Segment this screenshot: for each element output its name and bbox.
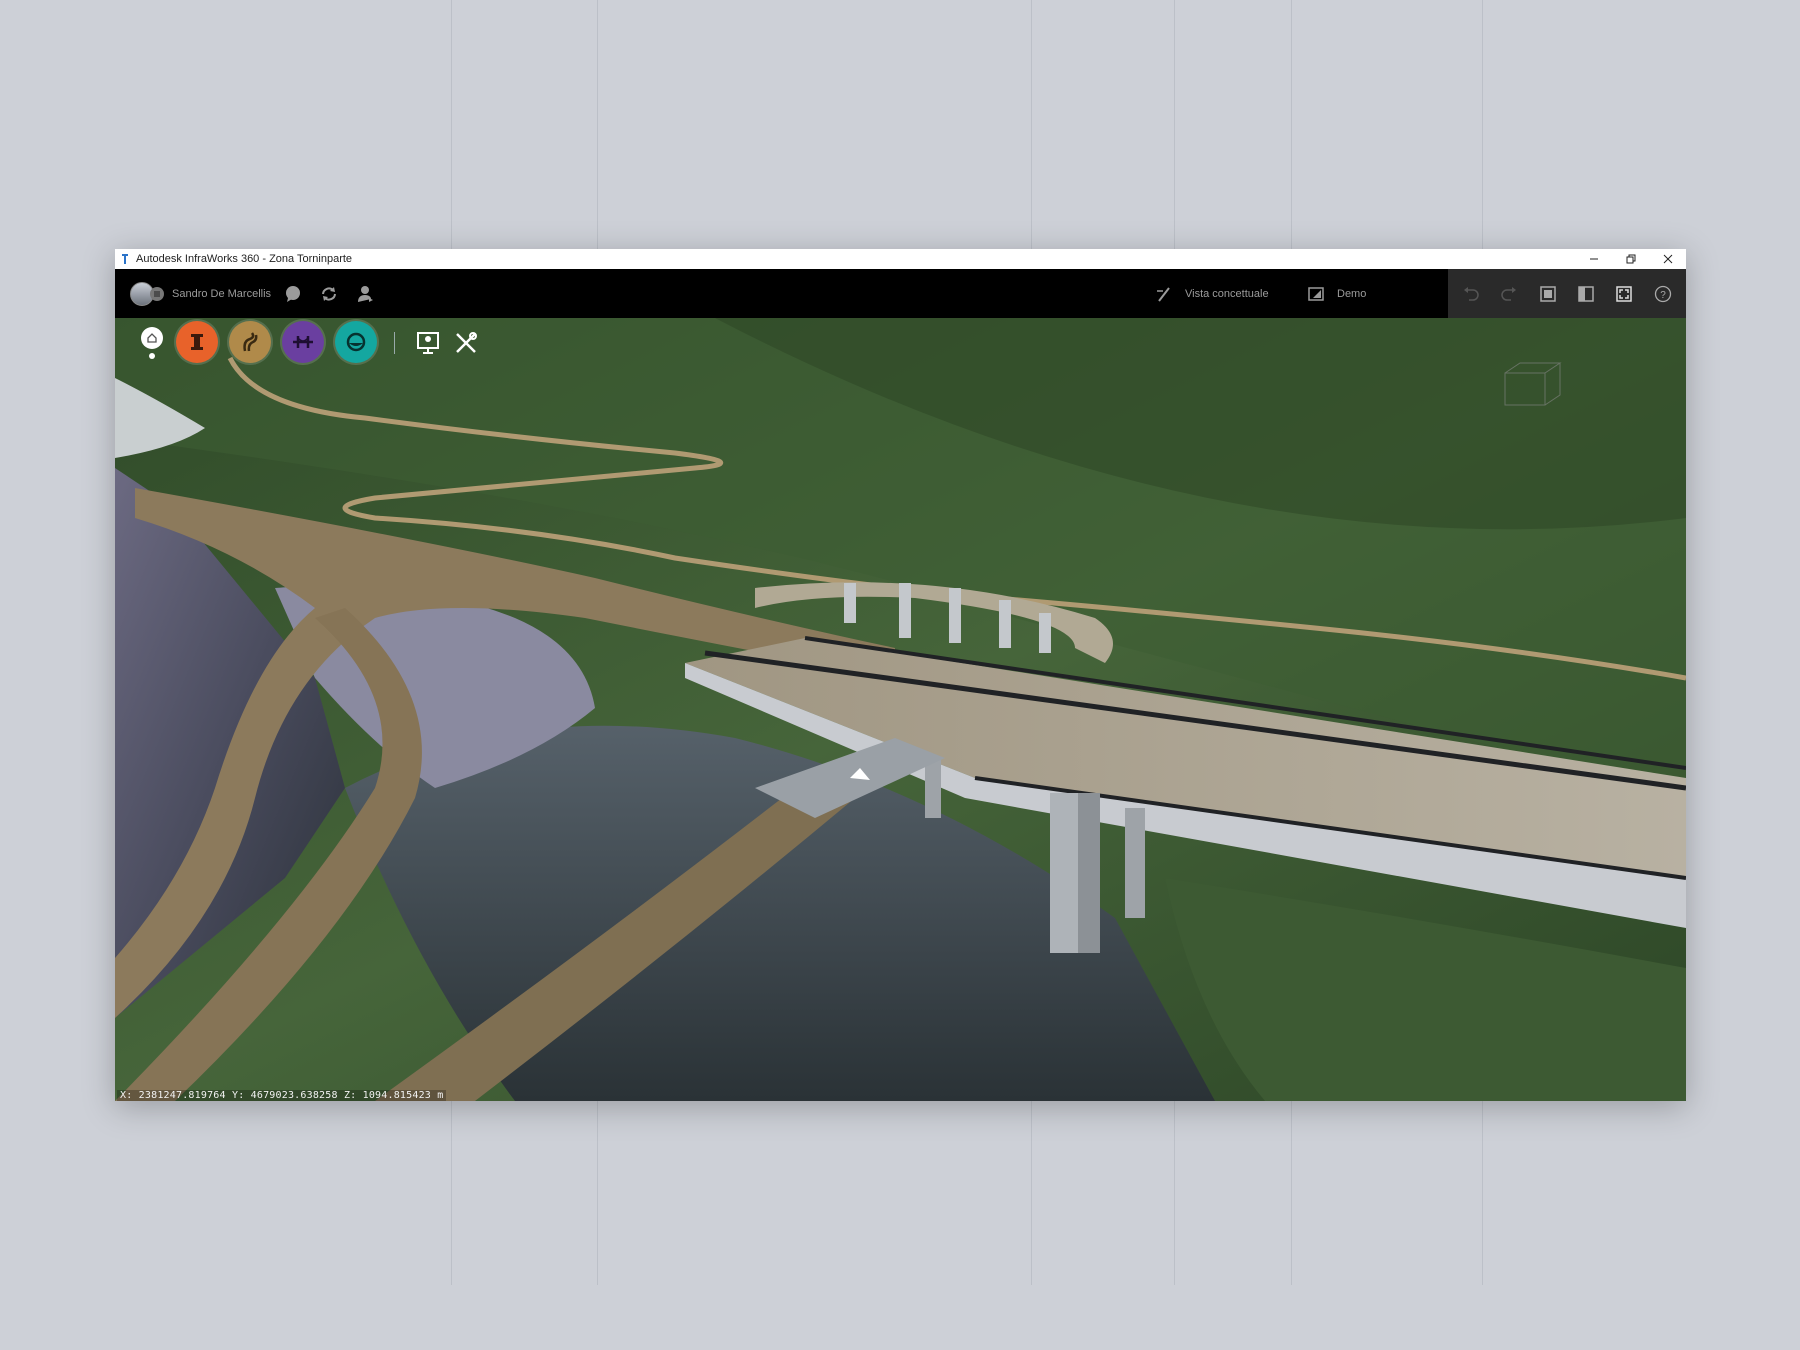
app-window: Autodesk InfraWorks 360 - Zona Torninpar… [115,249,1686,1101]
bridge-icon [293,336,313,348]
design-roads-button[interactable] [229,321,271,363]
water-icon [346,332,366,352]
proposal-icon [1305,283,1327,305]
user-name: Sandro De Marcellis [172,287,272,300]
home-button[interactable] [141,327,163,349]
user-menu[interactable]: Sandro De Marcellis [130,269,271,318]
present-icon [417,332,439,354]
undo-icon[interactable] [1460,283,1482,305]
user-share-icon[interactable] [355,283,377,305]
home-icon [147,333,157,343]
chat-icon[interactable] [282,283,304,305]
settings-tools-icon [456,332,477,353]
settings-tools-button[interactable] [453,330,479,356]
present-button[interactable] [415,330,441,356]
view-tools: ? [1448,269,1686,318]
proposal-label: Demo [1337,287,1367,300]
3d-viewport[interactable]: X: 2381247.819764 Y: 4679023.638258 Z: 1… [115,318,1686,1101]
title-bar: Autodesk InfraWorks 360 - Zona Torninpar… [115,249,1686,269]
window-title: Autodesk InfraWorks 360 - Zona Torninpar… [136,253,353,265]
redo-icon[interactable] [1498,283,1520,305]
svg-text:?: ? [1660,290,1666,301]
coordinate-readout: X: 2381247.819764 Y: 4679023.638258 Z: 1… [117,1090,447,1101]
window-icon[interactable] [1537,283,1559,305]
proposal-menu[interactable]: Demo [1305,269,1366,318]
close-icon [1663,254,1672,264]
menu-icon [150,286,164,301]
toolbar-separator [394,332,395,354]
app-logo-icon [120,252,130,266]
sync-icon[interactable] [318,283,340,305]
minimize-button[interactable] [1575,249,1612,269]
visual-style-menu[interactable]: Vista concettuale [1153,269,1269,318]
home-settings-dot[interactable] [149,353,155,359]
brush-icon [1153,283,1175,305]
create-manage-button[interactable] [176,321,218,363]
road-icon [243,332,258,352]
building-icon [191,334,203,350]
panel-icon[interactable] [1575,283,1597,305]
help-icon[interactable]: ? [1652,283,1674,305]
visual-style-label: Vista concettuale [1185,287,1269,300]
restore-button[interactable] [1612,249,1649,269]
design-bridges-button[interactable] [282,321,324,363]
scene-render [115,318,1686,1101]
close-button[interactable] [1649,249,1686,269]
restore-icon [1626,254,1635,264]
drainage-button[interactable] [335,321,377,363]
minimize-icon [1589,258,1598,260]
application-bar: Sandro De Marcellis Vista concettuale De… [115,269,1686,318]
fullscreen-icon[interactable] [1613,283,1635,305]
